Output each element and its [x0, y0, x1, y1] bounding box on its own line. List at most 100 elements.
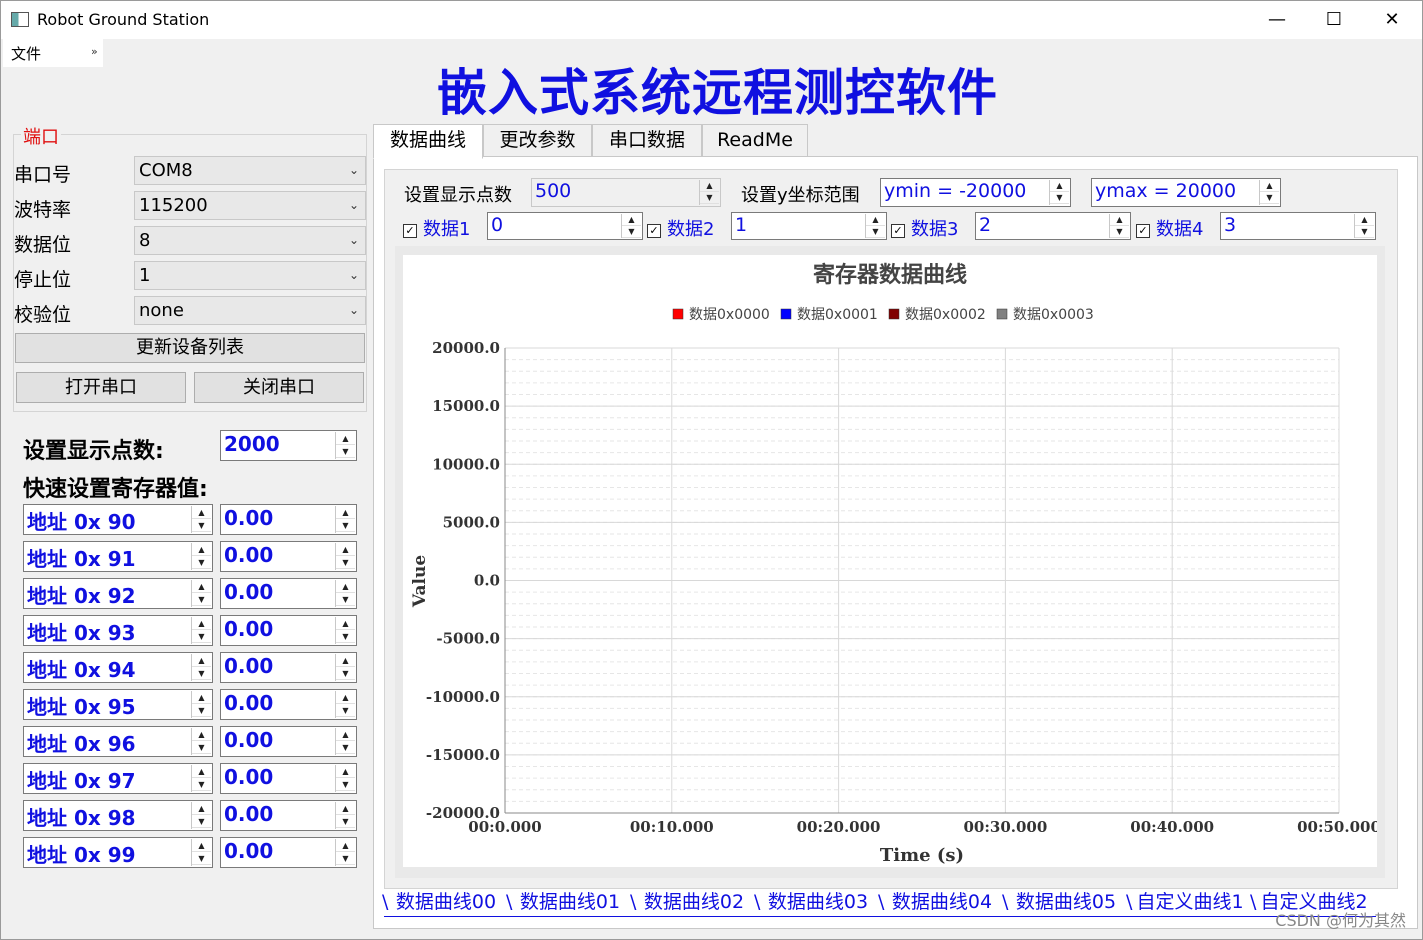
register-value-spinbox[interactable]: 0.00 ▲ ▼: [220, 726, 357, 757]
spin-arrows[interactable]: ▲ ▼: [335, 654, 355, 681]
register-value-spinbox[interactable]: 0.00 ▲ ▼: [220, 837, 357, 868]
refresh-devices-button[interactable]: 更新设备列表: [15, 333, 365, 363]
channel-checkbox[interactable]: ✓ 数据1: [403, 215, 470, 241]
spin-arrows[interactable]: ▲ ▼: [699, 180, 719, 205]
bottom-tab[interactable]: 数据曲线04: [878, 889, 1004, 917]
bottom-tab[interactable]: 数据曲线01: [506, 889, 632, 917]
channel-spinbox[interactable]: 1 ▲ ▼: [731, 212, 887, 240]
spin-arrows[interactable]: ▲ ▼: [191, 691, 211, 718]
spin-arrows[interactable]: ▲ ▼: [191, 543, 211, 570]
spin-arrows[interactable]: ▲ ▼: [191, 802, 211, 829]
spin-arrows[interactable]: ▲ ▼: [191, 839, 211, 866]
channel-checkbox[interactable]: ✓ 数据4: [1136, 215, 1203, 241]
close-button[interactable]: ✕: [1372, 5, 1412, 35]
ymin-spinbox[interactable]: ymin = -20000 ▲ ▼: [880, 178, 1071, 207]
register-value-spinbox[interactable]: 0.00 ▲ ▼: [220, 504, 357, 535]
arrow-down-icon: ▼: [336, 519, 355, 532]
spin-arrows[interactable]: ▲ ▼: [191, 654, 211, 681]
spin-arrows[interactable]: ▲ ▼: [335, 765, 355, 792]
bottom-tab[interactable]: 数据曲线00: [382, 889, 508, 917]
spin-arrows[interactable]: ▲ ▼: [335, 432, 355, 459]
spin-arrows[interactable]: ▲ ▼: [191, 765, 211, 792]
spin-arrows[interactable]: ▲ ▼: [621, 214, 641, 238]
arrow-down-icon: ▼: [336, 445, 355, 458]
spin-arrows[interactable]: ▲ ▼: [191, 617, 211, 644]
register-address-spinbox[interactable]: 地址 0x 98 ▲ ▼: [23, 800, 213, 831]
spin-arrows[interactable]: ▲ ▼: [335, 728, 355, 755]
arrow-up-icon: ▲: [192, 728, 211, 741]
spin-arrows[interactable]: ▲ ▼: [335, 617, 355, 644]
register-value-spinbox[interactable]: 0.00 ▲ ▼: [220, 763, 357, 794]
bottom-tab[interactable]: 数据曲线03: [754, 889, 880, 917]
register-value-spinbox[interactable]: 0.00 ▲ ▼: [220, 615, 357, 646]
channel-spinbox[interactable]: 2 ▲ ▼: [975, 212, 1131, 240]
open-port-button[interactable]: 打开串口: [16, 372, 186, 403]
points-spinbox[interactable]: 500 ▲ ▼: [531, 178, 721, 207]
register-address-spinbox[interactable]: 地址 0x 90 ▲ ▼: [23, 504, 213, 535]
register-value-spinbox[interactable]: 0.00 ▲ ▼: [220, 800, 357, 831]
tab-data-curve[interactable]: 数据曲线: [373, 124, 483, 159]
display-points-spinbox[interactable]: 2000 ▲ ▼: [220, 430, 357, 461]
arrow-down-icon: ▼: [336, 778, 355, 791]
checkbox-icon[interactable]: ✓: [1136, 224, 1150, 238]
register-value-spinbox[interactable]: 0.00 ▲ ▼: [220, 652, 357, 683]
checkbox-icon[interactable]: ✓: [403, 224, 417, 238]
spin-arrows[interactable]: ▲ ▼: [1109, 214, 1129, 238]
register-address-spinbox[interactable]: 地址 0x 93 ▲ ▼: [23, 615, 213, 646]
maximize-button[interactable]: ☐: [1314, 5, 1354, 35]
parity-combo[interactable]: none ⌄: [134, 296, 366, 325]
spin-arrows[interactable]: ▲ ▼: [335, 839, 355, 866]
spin-arrows[interactable]: ▲ ▼: [335, 543, 355, 570]
channel-label: 数据2: [667, 219, 715, 240]
ymax-spinbox[interactable]: ymax = 20000 ▲ ▼: [1091, 178, 1281, 207]
register-address-spinbox[interactable]: 地址 0x 92 ▲ ▼: [23, 578, 213, 609]
tab-readme[interactable]: ReadMe: [702, 124, 808, 157]
bottom-tab[interactable]: 数据曲线05: [1002, 889, 1128, 917]
spin-arrows[interactable]: ▲ ▼: [335, 691, 355, 718]
register-address: 地址 0x 93: [27, 621, 136, 645]
register-value: 0.00: [224, 580, 274, 604]
spin-arrows[interactable]: ▲ ▼: [191, 580, 211, 607]
spin-arrows[interactable]: ▲ ▼: [1259, 180, 1279, 205]
channel-spinbox[interactable]: 0 ▲ ▼: [487, 212, 643, 240]
spin-arrows[interactable]: ▲ ▼: [335, 580, 355, 607]
tab-serial-data[interactable]: 串口数据: [592, 124, 702, 157]
bottom-tab[interactable]: 自定义曲线1: [1126, 889, 1252, 917]
port-combo[interactable]: COM8 ⌄: [134, 156, 366, 185]
stopbits-combo[interactable]: 1 ⌄: [134, 261, 366, 290]
spin-arrows[interactable]: ▲ ▼: [865, 214, 885, 238]
register-value-spinbox[interactable]: 0.00 ▲ ▼: [220, 541, 357, 572]
register-value-spinbox[interactable]: 0.00 ▲ ▼: [220, 578, 357, 609]
register-address-spinbox[interactable]: 地址 0x 95 ▲ ▼: [23, 689, 213, 720]
register-chart: 20000.0 15000.0 10000.0 5000.0 0.0 -5000.0 -10…: [410, 262, 1381, 866]
spin-arrows[interactable]: ▲ ▼: [335, 506, 355, 533]
minimize-button[interactable]: —: [1257, 5, 1297, 35]
spin-arrows[interactable]: ▲ ▼: [191, 506, 211, 533]
bottom-tab[interactable]: 数据曲线02: [630, 889, 756, 917]
channel-checkbox[interactable]: ✓ 数据2: [647, 215, 714, 241]
spin-arrows[interactable]: ▲ ▼: [1049, 180, 1069, 205]
baud-combo[interactable]: 115200 ⌄: [134, 191, 366, 220]
checkbox-icon[interactable]: ✓: [891, 224, 905, 238]
register-address-spinbox[interactable]: 地址 0x 96 ▲ ▼: [23, 726, 213, 757]
register-address-spinbox[interactable]: 地址 0x 91 ▲ ▼: [23, 541, 213, 572]
databits-combo[interactable]: 8 ⌄: [134, 226, 366, 255]
register-value-spinbox[interactable]: 0.00 ▲ ▼: [220, 689, 357, 720]
arrow-down-icon: ▼: [336, 704, 355, 717]
main-window: Robot Ground Station — ☐ ✕ 文件 » 嵌入式系统远程测…: [0, 0, 1423, 940]
channel-spinbox[interactable]: 3 ▲ ▼: [1220, 212, 1376, 240]
tab-change-params[interactable]: 更改参数: [483, 124, 592, 157]
arrow-down-icon: ▼: [336, 630, 355, 643]
spin-arrows[interactable]: ▲ ▼: [191, 728, 211, 755]
checkbox-icon[interactable]: ✓: [647, 224, 661, 238]
arrow-up-icon: ▲: [336, 728, 355, 741]
spin-arrows[interactable]: ▲ ▼: [1354, 214, 1374, 238]
register-address-spinbox[interactable]: 地址 0x 99 ▲ ▼: [23, 837, 213, 868]
channel-checkbox[interactable]: ✓ 数据3: [891, 215, 958, 241]
register-address-spinbox[interactable]: 地址 0x 97 ▲ ▼: [23, 763, 213, 794]
parity-combo-value: none: [139, 300, 184, 321]
register-address-spinbox[interactable]: 地址 0x 94 ▲ ▼: [23, 652, 213, 683]
close-port-button[interactable]: 关闭串口: [194, 372, 364, 403]
arrow-up-icon: ▲: [336, 617, 355, 630]
spin-arrows[interactable]: ▲ ▼: [335, 802, 355, 829]
